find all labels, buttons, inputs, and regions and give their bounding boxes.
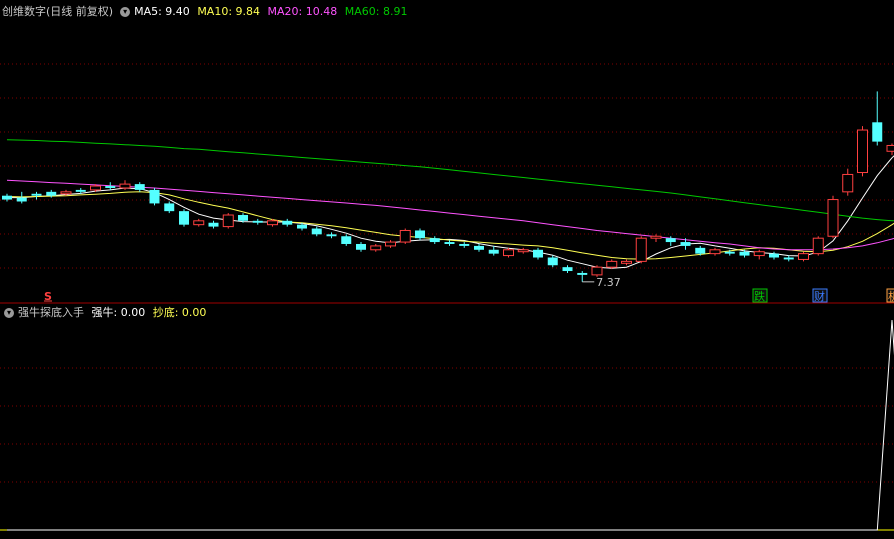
candle-body-up	[119, 183, 131, 189]
ma60-label: MA60: 8.91	[344, 5, 408, 18]
candle-body-down	[474, 245, 484, 250]
ma20-line	[6, 179, 894, 251]
candle-body-down	[252, 220, 263, 223]
stock-chart-window: 13.327.37S跌财机 创维数字(日线 前复权)▾MA5: 9.40 MA1…	[0, 0, 894, 539]
candle-body-up	[827, 199, 839, 237]
chart-canvas[interactable]: 13.327.37S跌财机	[0, 0, 894, 539]
ma10-label: MA10: 9.84	[197, 5, 261, 18]
low-label: 7.37	[596, 276, 621, 289]
candle-body-down	[341, 236, 352, 244]
candle-body-down	[16, 197, 27, 202]
chaodi-label: 抄底: 0.00	[152, 306, 207, 319]
candle-body-up	[842, 173, 854, 193]
candle-body-down	[326, 234, 337, 237]
candle-body-down	[533, 249, 543, 258]
candle-body-down	[356, 243, 366, 250]
candle-body-down	[695, 247, 706, 254]
candle-body-down	[282, 220, 293, 225]
candle-body-down	[164, 203, 175, 212]
candle-body-down	[769, 253, 779, 258]
candle-body-down	[311, 228, 322, 235]
ma5-line	[7, 155, 894, 269]
chevron-down-icon[interactable]: ▾	[4, 308, 14, 318]
candle-body-down	[680, 242, 691, 246]
candle-body-down	[238, 215, 248, 221]
candle-body-down	[429, 238, 440, 243]
marker-right: 机	[888, 289, 894, 303]
candle-body-up	[886, 144, 894, 152]
candle-body-up	[399, 229, 411, 243]
candle-body-down	[134, 184, 145, 190]
candle-body-down	[105, 186, 116, 188]
ma60-line	[6, 139, 894, 222]
candle-body-up	[193, 220, 205, 226]
candle-body-down	[2, 195, 12, 200]
main-chart-header: 创维数字(日线 前复权) ▾ MA5: 9.40 MA10: 9.84 MA20: …	[2, 4, 411, 20]
candle-body-up	[591, 266, 603, 276]
ma20-label: MA20: 10.48	[267, 5, 338, 18]
candle-body-up	[90, 185, 101, 191]
candle-body-up	[857, 129, 868, 174]
candle-body-up	[517, 249, 529, 253]
candle-body-down	[46, 191, 57, 196]
candle-body-down	[577, 272, 588, 275]
candle-body-up	[621, 260, 632, 264]
candle-body-up	[709, 249, 721, 255]
candle-body-down	[179, 211, 189, 225]
indicator-title: 强牛探底入手	[18, 306, 84, 319]
candle-body-down	[297, 224, 307, 229]
candle-body-down	[208, 222, 219, 227]
candle-body-up	[60, 191, 72, 195]
candle-body-down	[665, 238, 676, 243]
candle-body-down	[739, 251, 750, 256]
candle-body-down	[459, 243, 470, 246]
candle-body-down	[149, 189, 160, 204]
candle-body-down	[724, 251, 735, 254]
candle-body-up	[798, 253, 809, 260]
candle-body-down	[488, 249, 499, 254]
candle-body-up	[812, 237, 824, 255]
ma5-label: MA5: 9.40	[134, 5, 190, 18]
candle-body-down	[75, 189, 86, 192]
stock-title: 创维数字(日线 前复权)	[2, 5, 114, 18]
candle-body-up	[753, 251, 765, 257]
candle-body-down	[444, 242, 455, 244]
candle-body-down	[783, 257, 794, 260]
candle-body-up	[222, 214, 234, 228]
candle-body-up	[635, 237, 647, 262]
indicator-header: ▾ 强牛探底入手 强牛: 0.00 抄底: 0.00	[2, 305, 210, 321]
candle-body-up	[370, 245, 382, 251]
candle-body-up	[267, 220, 278, 226]
candle-body-up	[650, 235, 662, 239]
marker-cai: 财	[814, 289, 825, 303]
candle-body-down	[415, 230, 425, 239]
candle-body-up	[606, 260, 618, 268]
chevron-down-icon[interactable]: ▾	[120, 7, 131, 17]
candle-body-up	[503, 249, 514, 257]
marker-die: 跌	[754, 289, 765, 303]
candle-body-down	[31, 193, 42, 196]
candle-body-down	[872, 122, 883, 142]
candle-body-down	[547, 257, 558, 266]
qiangniu-label: 强牛: 0.00	[91, 306, 146, 319]
candle-body-down	[562, 267, 573, 272]
candle-body-up	[385, 241, 396, 247]
qiangniu-line	[7, 319, 894, 531]
